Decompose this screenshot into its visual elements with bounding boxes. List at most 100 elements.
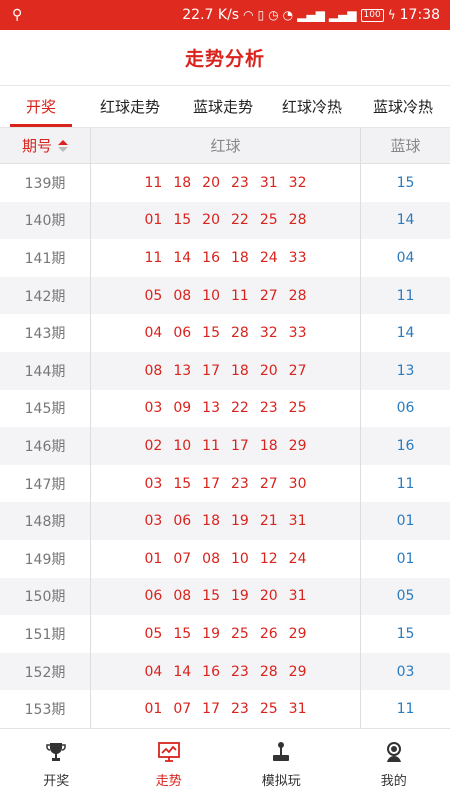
tab-red-hotcold[interactable]: 红球冷热: [268, 86, 356, 127]
red-ball-number: 08: [144, 362, 163, 379]
red-ball-number: 14: [173, 663, 192, 680]
nav-trend[interactable]: 走势: [113, 729, 226, 800]
issue-number: 146期: [0, 427, 91, 465]
signal-icon: ▂▄▆: [297, 8, 325, 22]
nav-label: 模拟玩: [261, 774, 301, 789]
blue-ball-number: 06: [396, 400, 415, 417]
red-balls: 05 15 19 25 26 29: [91, 615, 361, 653]
nav-draw[interactable]: 开奖: [0, 729, 113, 800]
nav-label: 开奖: [43, 774, 70, 789]
red-ball-number: 01: [144, 212, 163, 229]
trend-chart-icon: [157, 742, 180, 762]
red-ball-number: 29: [288, 437, 307, 454]
red-ball-number: 15: [202, 325, 220, 342]
issue-number: 140期: [0, 201, 91, 240]
red-balls: 03 09 13 22 23 25: [91, 389, 361, 428]
red-ball-number: 11: [144, 174, 163, 191]
table-row: 148期 03 06 18 19 21 31 01: [0, 502, 450, 540]
joystick-icon: [273, 742, 290, 761]
red-ball-number: 07: [173, 550, 192, 567]
bottom-nav: 开奖 走势 模拟玩 我的: [0, 728, 450, 800]
wifi-icon: ◔: [282, 8, 294, 22]
blue-ball-number: 03: [396, 663, 415, 680]
issue-number: 148期: [0, 502, 91, 540]
red-ball-number: 22: [231, 400, 249, 417]
issue-number: 152期: [0, 652, 91, 691]
page-title: 走势分析: [184, 48, 265, 70]
nav-simulate[interactable]: 模拟玩: [225, 729, 338, 800]
red-ball-number: 17: [231, 437, 249, 454]
blue-header-label: 蓝球: [390, 137, 421, 155]
tab-bar: 开奖 红球走势 蓝球走势 红球冷热 蓝球冷热: [0, 86, 450, 128]
red-balls: 02 10 11 17 18 29: [91, 427, 361, 465]
table-header: 期号 红球 蓝球: [0, 128, 450, 164]
red-ball-number: 11: [144, 249, 163, 266]
red-ball-number: 11: [231, 287, 249, 304]
red-ball-number: 24: [259, 249, 278, 266]
red-ball-number: 24: [288, 550, 307, 567]
red-ball-number: 02: [144, 437, 163, 454]
red-ball-number: 30: [288, 475, 307, 492]
red-ball-number: 12: [259, 550, 278, 567]
issue-number: 142期: [0, 276, 91, 315]
red-balls: 04 06 15 28 32 33: [91, 314, 361, 352]
network-speed: 22.7 K/s: [182, 7, 240, 23]
red-ball-number: 28: [288, 212, 307, 229]
red-ball-number: 27: [259, 287, 278, 304]
nav-profile[interactable]: 我的: [338, 729, 450, 800]
red-ball-number: 26: [259, 625, 278, 642]
red-ball-number: 31: [288, 588, 307, 605]
red-balls: 03 06 18 19 21 31: [91, 502, 361, 540]
red-ball-number: 25: [288, 400, 307, 417]
table-row: 139期 11 18 20 23 31 32 15: [0, 164, 450, 202]
red-ball-number: 18: [259, 437, 278, 454]
tab-label: 红球走势: [99, 98, 160, 116]
tab-blue-trend[interactable]: 蓝球走势: [178, 86, 268, 127]
blue-ball-number: 01: [396, 550, 415, 567]
blue-ball-number: 11: [396, 701, 415, 718]
status-bar: ⚲ 22.7 K/s ◠ ▯ ◷ ◔ ▂▄▆ ▂▄▆ 100 ϟ 17:38: [0, 0, 450, 30]
red-ball-number: 13: [202, 400, 220, 417]
red-ball-number: 27: [259, 475, 278, 492]
red-ball-number: 18: [231, 249, 249, 266]
blue-ball-number: 01: [396, 513, 415, 530]
blue-ball-number: 05: [396, 588, 415, 605]
red-ball-number: 10: [231, 550, 249, 567]
red-ball-number: 18: [173, 174, 192, 191]
red-ball-number: 05: [144, 625, 163, 642]
issue-sort-header[interactable]: 期号: [0, 128, 91, 163]
red-ball-number: 07: [173, 701, 192, 718]
red-ball-number: 23: [231, 174, 249, 191]
red-ball-number: 15: [173, 212, 192, 229]
profile-icon: [386, 742, 401, 762]
red-ball-number: 23: [231, 663, 249, 680]
tab-draw[interactable]: 开奖: [0, 86, 82, 127]
tab-label: 开奖: [25, 98, 56, 116]
tab-blue-hotcold[interactable]: 蓝球冷热: [356, 86, 450, 127]
red-ball-number: 01: [144, 701, 163, 718]
red-ball-number: 13: [173, 362, 192, 379]
table-row: 149期 01 07 08 10 12 24 01: [0, 539, 450, 578]
table-row: 140期 01 15 20 22 25 28 14: [0, 201, 450, 240]
red-balls: 08 13 17 18 20 27: [91, 351, 361, 390]
table-row: 142期 05 08 10 11 27 28 11: [0, 276, 450, 315]
red-ball-number: 19: [231, 588, 249, 605]
red-ball-number: 22: [231, 212, 249, 229]
red-ball-number: 29: [288, 663, 307, 680]
issue-number: 150期: [0, 577, 91, 616]
red-ball-number: 31: [259, 174, 278, 191]
blue-ball-header: 蓝球: [361, 128, 450, 163]
red-ball-number: 05: [144, 287, 163, 304]
table-row: 143期 04 06 15 28 32 33 14: [0, 314, 450, 352]
red-ball-number: 01: [144, 550, 163, 567]
red-balls: 01 07 08 10 12 24: [91, 539, 361, 578]
table-row: 151期 05 15 19 25 26 29 15: [0, 615, 450, 653]
draw-results-list[interactable]: 139期 11 18 20 23 31 32 15 140期 01 15 20 22 25 28 14 141期…: [0, 164, 450, 728]
red-ball-number: 03: [144, 400, 163, 417]
table-row: 150期 06 08 15 19 20 31 05: [0, 577, 450, 616]
table-row: 145期 03 09 13 22 23 25 06: [0, 389, 450, 428]
issue-header-label: 期号: [21, 137, 52, 155]
tab-red-trend[interactable]: 红球走势: [82, 86, 178, 127]
red-ball-number: 17: [202, 701, 220, 718]
red-ball-number: 03: [144, 475, 163, 492]
